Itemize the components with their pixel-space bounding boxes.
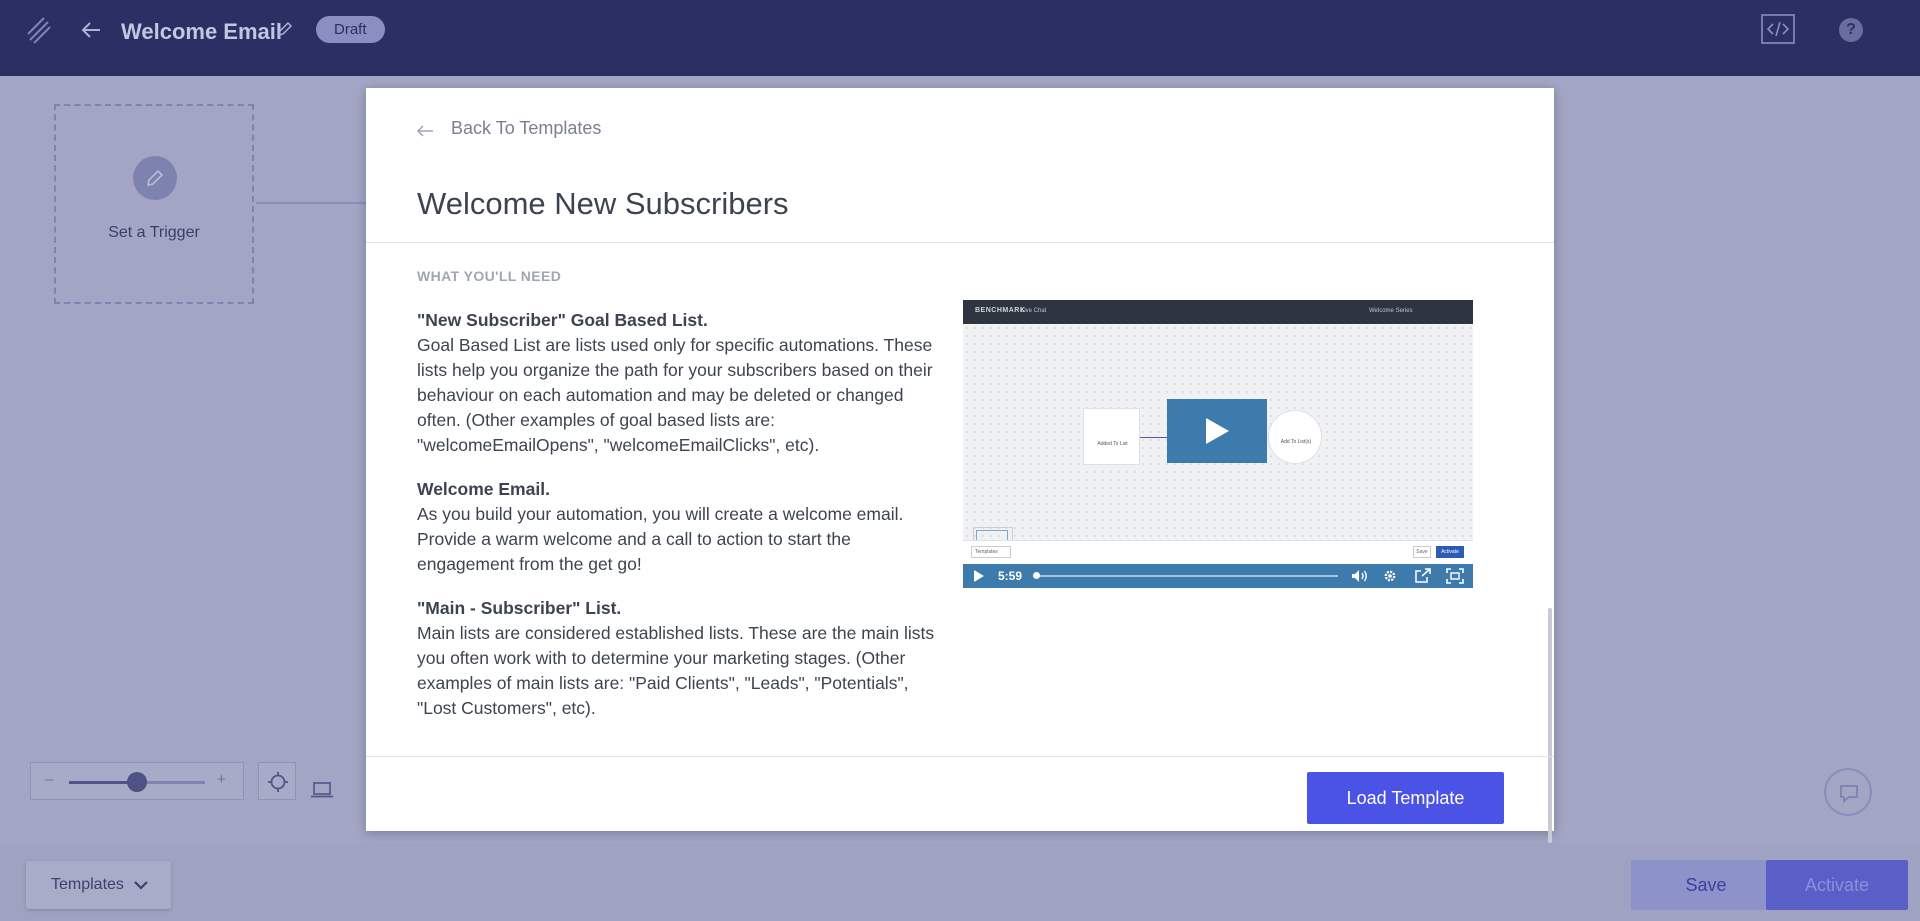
chevron-down-icon bbox=[134, 881, 148, 890]
help-icon[interactable]: ? bbox=[1839, 18, 1863, 42]
video-thumbnail-node: Added To List bbox=[1083, 408, 1140, 465]
requirement-description: Main lists are considered established li… bbox=[417, 623, 935, 718]
divider bbox=[366, 756, 1554, 757]
section-heading: WHAT YOU'LL NEED bbox=[417, 268, 562, 284]
requirement-title: "Main - Subscriber" List. bbox=[417, 598, 622, 618]
requirement-item: "New Subscriber" Goal Based List. Goal B… bbox=[417, 308, 937, 458]
video-player[interactable]: BENCHMARK Live Chat Welcome Series Added… bbox=[963, 300, 1473, 588]
chat-bubble-icon bbox=[1840, 785, 1858, 803]
video-thumbnail-footer: Templates Save Activate bbox=[963, 540, 1473, 564]
laptop-icon[interactable] bbox=[311, 782, 333, 798]
video-play-button[interactable] bbox=[1167, 399, 1267, 463]
divider bbox=[366, 242, 1554, 243]
back-arrow-icon[interactable] bbox=[80, 19, 102, 41]
video-thumbnail-brand: BENCHMARK bbox=[975, 307, 1026, 314]
requirement-title: Welcome Email. bbox=[417, 479, 550, 499]
requirement-item: "Main - Subscriber" List. Main lists are… bbox=[417, 596, 937, 721]
load-template-button[interactable]: Load Template bbox=[1307, 772, 1504, 824]
video-thumbnail-node-label: Added To List bbox=[1097, 441, 1128, 447]
video-thumbnail-header: BENCHMARK Live Chat Welcome Series bbox=[963, 300, 1473, 324]
back-to-templates-label: Back To Templates bbox=[451, 118, 602, 138]
requirement-item: Welcome Email. As you build your automat… bbox=[417, 477, 937, 577]
connector-line bbox=[256, 202, 366, 204]
video-controls: 5:59 bbox=[963, 564, 1473, 588]
share-icon[interactable] bbox=[1414, 568, 1432, 584]
recenter-button[interactable] bbox=[258, 762, 296, 800]
trigger-edit-button[interactable] bbox=[133, 156, 177, 200]
zoom-slider-handle[interactable] bbox=[127, 772, 147, 792]
video-thumbnail-activate: Activate bbox=[1436, 546, 1464, 558]
modal-title: Welcome New Subscribers bbox=[417, 186, 789, 221]
save-button[interactable]: Save bbox=[1631, 860, 1781, 910]
video-thumbnail-templates: Templates bbox=[971, 546, 1011, 558]
status-badge: Draft bbox=[316, 16, 385, 43]
top-bar: Welcome Email Draft ? bbox=[0, 0, 1920, 76]
requirement-title: "New Subscriber" Goal Based List. bbox=[417, 310, 708, 330]
pencil-icon bbox=[146, 169, 164, 187]
page-title: Welcome Email bbox=[121, 19, 282, 44]
back-arrow-icon bbox=[417, 125, 433, 137]
crosshair-icon bbox=[268, 772, 288, 792]
pencil-icon[interactable] bbox=[276, 20, 294, 38]
logo-icon[interactable] bbox=[26, 14, 52, 44]
templates-dropdown-button[interactable]: Templates bbox=[26, 861, 171, 909]
code-view-icon[interactable] bbox=[1761, 14, 1795, 44]
video-thumbnail-node-label: Add To List(s) bbox=[1280, 439, 1312, 445]
volume-icon[interactable] bbox=[1351, 569, 1369, 583]
video-progress-handle[interactable] bbox=[1033, 572, 1041, 579]
requirement-description: As you build your automation, you will c… bbox=[417, 504, 904, 574]
activate-button[interactable]: Activate bbox=[1766, 860, 1908, 910]
modal-scrollbar-thumb[interactable] bbox=[1548, 608, 1552, 843]
fullscreen-icon[interactable] bbox=[1446, 568, 1464, 584]
play-icon[interactable] bbox=[973, 570, 984, 582]
zoom-in-button[interactable]: + bbox=[217, 771, 226, 788]
play-icon bbox=[1206, 418, 1229, 444]
video-thumbnail-tab: Live Chat bbox=[1021, 308, 1047, 314]
video-thumbnail-node: Add To List(s) bbox=[1268, 410, 1322, 464]
set-trigger-card[interactable]: Set a Trigger bbox=[54, 104, 254, 304]
template-modal: Back To Templates Welcome New Subscriber… bbox=[366, 88, 1554, 843]
templates-label: Templates bbox=[51, 876, 124, 893]
video-progress-bar[interactable] bbox=[1033, 572, 1338, 579]
requirements-list: "New Subscriber" Goal Based List. Goal B… bbox=[417, 308, 937, 740]
gear-icon[interactable] bbox=[1383, 569, 1397, 583]
zoom-slider[interactable] bbox=[69, 772, 205, 792]
zoom-control: – + bbox=[30, 762, 244, 800]
video-duration: 5:59 bbox=[998, 569, 1023, 583]
trigger-label: Set a Trigger bbox=[108, 224, 200, 241]
chat-bubble-button[interactable] bbox=[1824, 768, 1872, 816]
video-thumbnail-title: Welcome Series bbox=[1369, 308, 1413, 314]
requirement-description: Goal Based List are lists used only for … bbox=[417, 335, 933, 455]
modal-scrollbar[interactable] bbox=[1548, 243, 1552, 843]
zoom-out-button[interactable]: – bbox=[45, 771, 53, 788]
video-thumbnail-save: Save bbox=[1413, 546, 1431, 558]
